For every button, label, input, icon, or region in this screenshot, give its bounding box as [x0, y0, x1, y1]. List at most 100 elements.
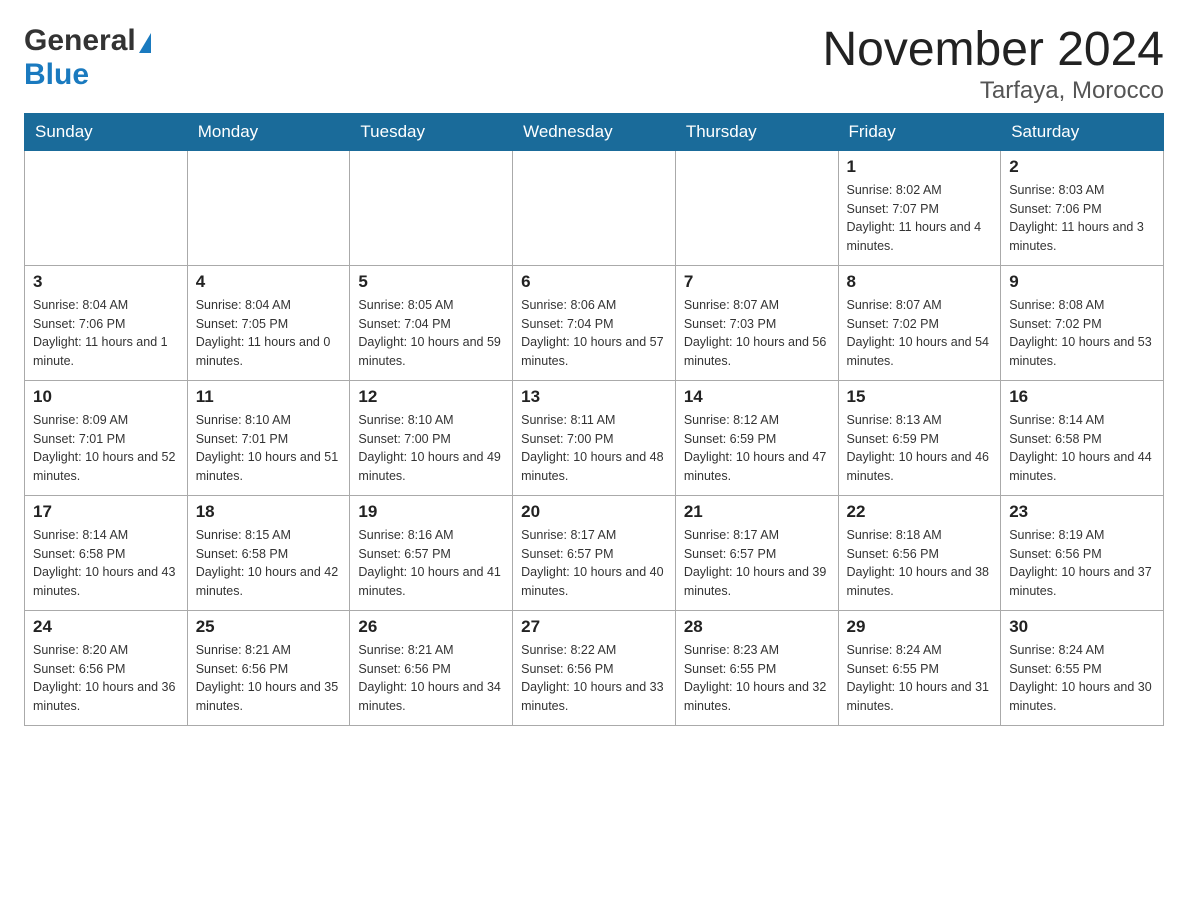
- day-info: Sunrise: 8:12 AMSunset: 6:59 PMDaylight:…: [684, 411, 830, 486]
- calendar-day-cell: [25, 150, 188, 265]
- calendar-day-cell: 2 Sunrise: 8:03 AMSunset: 7:06 PMDaylight…: [1001, 150, 1164, 265]
- calendar-day-cell: 6 Sunrise: 8:06 AMSunset: 7:04 PMDaylight…: [513, 265, 676, 380]
- header-thursday: Thursday: [675, 113, 838, 150]
- day-number: 3: [33, 272, 179, 292]
- calendar-day-cell: 27Sunrise: 8:22 AMSunset: 6:56 PMDayligh…: [513, 610, 676, 725]
- calendar-day-cell: 14 Sunrise: 8:12 AMSunset: 6:59 PMDayligh…: [675, 380, 838, 495]
- logo: General Blue: [24, 24, 151, 92]
- calendar-day-cell: 10 Sunrise: 8:09 AMSunset: 7:01 PMDayligh…: [25, 380, 188, 495]
- day-number: 19: [358, 502, 504, 522]
- day-info: Sunrise: 8:07 AMSunset: 7:03 PMDaylight:…: [684, 296, 830, 371]
- day-number: 10: [33, 387, 179, 407]
- header-wednesday: Wednesday: [513, 113, 676, 150]
- calendar-day-cell: 12 Sunrise: 8:10 AMSunset: 7:00 PMDayligh…: [350, 380, 513, 495]
- calendar-day-cell: 18 Sunrise: 8:15 AMSunset: 6:58 PMDayligh…: [187, 495, 350, 610]
- calendar-day-cell: [350, 150, 513, 265]
- day-info: Sunrise: 8:15 AMSunset: 6:58 PMDaylight:…: [196, 526, 342, 601]
- day-number: 13: [521, 387, 667, 407]
- day-number: 18: [196, 502, 342, 522]
- day-info: Sunrise: 8:24 AMSunset: 6:55 PMDaylight:…: [847, 641, 993, 716]
- day-number: 20: [521, 502, 667, 522]
- calendar-day-cell: 16Sunrise: 8:14 AMSunset: 6:58 PMDayligh…: [1001, 380, 1164, 495]
- day-info: Sunrise: 8:10 AMSunset: 7:01 PMDaylight:…: [196, 411, 342, 486]
- day-number: 26: [358, 617, 504, 637]
- day-info: Sunrise: 8:16 AMSunset: 6:57 PMDaylight:…: [358, 526, 504, 601]
- calendar-day-cell: 29 Sunrise: 8:24 AMSunset: 6:55 PMDayligh…: [838, 610, 1001, 725]
- calendar-week-row: 17 Sunrise: 8:14 AMSunset: 6:58 PMDayligh…: [25, 495, 1164, 610]
- day-info: Sunrise: 8:13 AMSunset: 6:59 PMDaylight:…: [847, 411, 993, 486]
- day-number: 23: [1009, 502, 1155, 522]
- calendar-day-cell: [513, 150, 676, 265]
- calendar-week-row: 1 Sunrise: 8:02 AMSunset: 7:07 PMDaylight…: [25, 150, 1164, 265]
- calendar-header-row: Sunday Monday Tuesday Wednesday Thursday…: [25, 113, 1164, 150]
- day-info: Sunrise: 8:23 AMSunset: 6:55 PMDaylight:…: [684, 641, 830, 716]
- day-number: 14: [684, 387, 830, 407]
- day-number: 8: [847, 272, 993, 292]
- day-number: 4: [196, 272, 342, 292]
- location-subtitle: Tarfaya, Morocco: [822, 77, 1164, 105]
- day-info: Sunrise: 8:14 AMSunset: 6:58 PMDaylight:…: [1009, 411, 1155, 486]
- calendar-week-row: 10 Sunrise: 8:09 AMSunset: 7:01 PMDayligh…: [25, 380, 1164, 495]
- calendar-week-row: 24Sunrise: 8:20 AMSunset: 6:56 PMDayligh…: [25, 610, 1164, 725]
- calendar-day-cell: 3 Sunrise: 8:04 AMSunset: 7:06 PMDaylight…: [25, 265, 188, 380]
- calendar-table: Sunday Monday Tuesday Wednesday Thursday…: [24, 113, 1164, 726]
- day-info: Sunrise: 8:14 AMSunset: 6:58 PMDaylight:…: [33, 526, 179, 601]
- day-info: Sunrise: 8:18 AMSunset: 6:56 PMDaylight:…: [847, 526, 993, 601]
- calendar-day-cell: 8 Sunrise: 8:07 AMSunset: 7:02 PMDaylight…: [838, 265, 1001, 380]
- calendar-day-cell: 28 Sunrise: 8:23 AMSunset: 6:55 PMDayligh…: [675, 610, 838, 725]
- day-info: Sunrise: 8:19 AMSunset: 6:56 PMDaylight:…: [1009, 526, 1155, 601]
- day-number: 29: [847, 617, 993, 637]
- calendar-day-cell: 19 Sunrise: 8:16 AMSunset: 6:57 PMDayligh…: [350, 495, 513, 610]
- day-info: Sunrise: 8:17 AMSunset: 6:57 PMDaylight:…: [521, 526, 667, 601]
- calendar-day-cell: 11 Sunrise: 8:10 AMSunset: 7:01 PMDayligh…: [187, 380, 350, 495]
- calendar-day-cell: 17 Sunrise: 8:14 AMSunset: 6:58 PMDayligh…: [25, 495, 188, 610]
- month-year-title: November 2024: [822, 24, 1164, 77]
- day-number: 28: [684, 617, 830, 637]
- day-info: Sunrise: 8:03 AMSunset: 7:06 PMDaylight:…: [1009, 181, 1155, 256]
- day-number: 7: [684, 272, 830, 292]
- day-info: Sunrise: 8:10 AMSunset: 7:00 PMDaylight:…: [358, 411, 504, 486]
- calendar-day-cell: 25 Sunrise: 8:21 AMSunset: 6:56 PMDayligh…: [187, 610, 350, 725]
- logo-triangle-icon: [139, 33, 151, 53]
- calendar-day-cell: [675, 150, 838, 265]
- day-number: 1: [847, 157, 993, 177]
- calendar-day-cell: 4 Sunrise: 8:04 AMSunset: 7:05 PMDaylight…: [187, 265, 350, 380]
- day-info: Sunrise: 8:02 AMSunset: 7:07 PMDaylight:…: [847, 181, 993, 256]
- day-number: 30: [1009, 617, 1155, 637]
- calendar-day-cell: 23 Sunrise: 8:19 AMSunset: 6:56 PMDayligh…: [1001, 495, 1164, 610]
- calendar-day-cell: 20 Sunrise: 8:17 AMSunset: 6:57 PMDayligh…: [513, 495, 676, 610]
- day-number: 22: [847, 502, 993, 522]
- day-number: 2: [1009, 157, 1155, 177]
- header-sunday: Sunday: [25, 113, 188, 150]
- day-number: 25: [196, 617, 342, 637]
- day-info: Sunrise: 8:21 AMSunset: 6:56 PMDaylight:…: [358, 641, 504, 716]
- day-number: 12: [358, 387, 504, 407]
- calendar-day-cell: 9Sunrise: 8:08 AMSunset: 7:02 PMDaylight…: [1001, 265, 1164, 380]
- day-number: 15: [847, 387, 993, 407]
- day-info: Sunrise: 8:11 AMSunset: 7:00 PMDaylight:…: [521, 411, 667, 486]
- day-info: Sunrise: 8:09 AMSunset: 7:01 PMDaylight:…: [33, 411, 179, 486]
- day-info: Sunrise: 8:17 AMSunset: 6:57 PMDaylight:…: [684, 526, 830, 601]
- calendar-day-cell: 21 Sunrise: 8:17 AMSunset: 6:57 PMDayligh…: [675, 495, 838, 610]
- header-monday: Monday: [187, 113, 350, 150]
- day-info: Sunrise: 8:21 AMSunset: 6:56 PMDaylight:…: [196, 641, 342, 716]
- calendar-day-cell: 26 Sunrise: 8:21 AMSunset: 6:56 PMDayligh…: [350, 610, 513, 725]
- day-info: Sunrise: 8:24 AMSunset: 6:55 PMDaylight:…: [1009, 641, 1155, 716]
- calendar-week-row: 3 Sunrise: 8:04 AMSunset: 7:06 PMDaylight…: [25, 265, 1164, 380]
- day-number: 5: [358, 272, 504, 292]
- calendar-day-cell: 22 Sunrise: 8:18 AMSunset: 6:56 PMDayligh…: [838, 495, 1001, 610]
- day-info: Sunrise: 8:07 AMSunset: 7:02 PMDaylight:…: [847, 296, 993, 371]
- title-section: November 2024 Tarfaya, Morocco: [822, 24, 1164, 105]
- day-number: 11: [196, 387, 342, 407]
- day-number: 17: [33, 502, 179, 522]
- day-number: 21: [684, 502, 830, 522]
- day-info: Sunrise: 8:04 AMSunset: 7:05 PMDaylight:…: [196, 296, 342, 371]
- header-tuesday: Tuesday: [350, 113, 513, 150]
- day-number: 9: [1009, 272, 1155, 292]
- day-info: Sunrise: 8:20 AMSunset: 6:56 PMDaylight:…: [33, 641, 179, 716]
- day-info: Sunrise: 8:05 AMSunset: 7:04 PMDaylight:…: [358, 296, 504, 371]
- calendar-day-cell: 1 Sunrise: 8:02 AMSunset: 7:07 PMDaylight…: [838, 150, 1001, 265]
- day-info: Sunrise: 8:04 AMSunset: 7:06 PMDaylight:…: [33, 296, 179, 371]
- day-info: Sunrise: 8:06 AMSunset: 7:04 PMDaylight:…: [521, 296, 667, 371]
- day-number: 6: [521, 272, 667, 292]
